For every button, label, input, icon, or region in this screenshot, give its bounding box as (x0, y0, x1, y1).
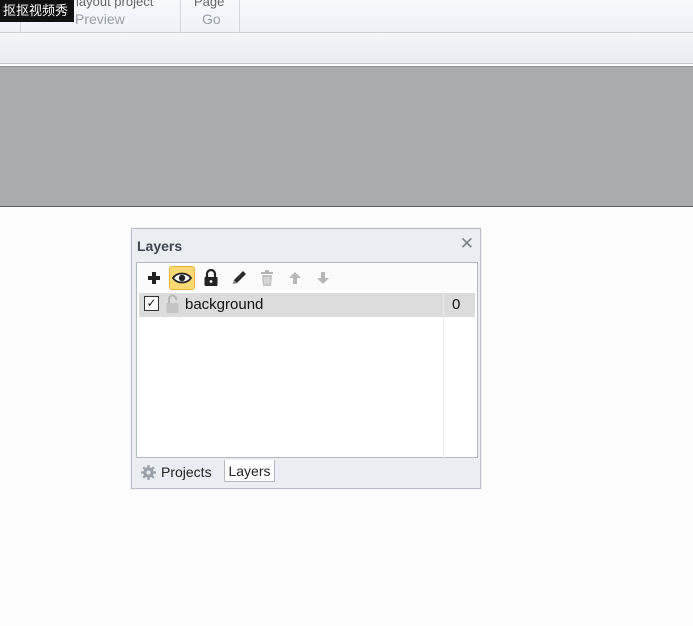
ribbon: layout project Preview Page Go (0, 0, 693, 33)
eye-icon (172, 272, 192, 284)
pencil-icon (233, 271, 246, 284)
add-icon (148, 272, 160, 284)
add-layer-button[interactable] (141, 266, 167, 290)
ribbon-group-go[interactable]: Page Go (181, 0, 239, 33)
panel-title: Layers (137, 238, 183, 254)
gear-icon (141, 464, 156, 480)
delete-layer-button[interactable] (254, 266, 280, 290)
close-icon[interactable]: ✕ (460, 235, 474, 253)
tab-layers[interactable]: Layers (224, 460, 275, 482)
tab-projects-label: Projects (161, 464, 212, 480)
visibility-checkbox[interactable]: ✓ (144, 296, 159, 311)
layers-content: ✓ background 0 (136, 262, 478, 459)
workspace-area (0, 66, 693, 207)
layer-name: background (185, 296, 264, 313)
ribbon-separator (239, 0, 240, 33)
watermark: 抠抠视频秀 (0, 0, 74, 22)
arrow-down-icon (317, 272, 329, 284)
layers-toolbar (137, 263, 477, 292)
arrow-up-icon (289, 272, 301, 284)
layers-panel: Layers ✕ ✓ background 0 Projects Layers (131, 228, 481, 489)
tab-layers-label: Layers (228, 462, 271, 479)
sub-toolbar (0, 34, 693, 64)
move-down-button[interactable] (310, 266, 336, 290)
ribbon-group-top-label: Page (194, 0, 225, 9)
toggle-visibility-button[interactable] (169, 266, 195, 290)
edit-layer-button[interactable] (226, 266, 252, 290)
ribbon-group-label: Preview (75, 11, 125, 27)
ribbon-group-top-label: layout project (76, 0, 154, 9)
trash-icon (261, 270, 273, 286)
layer-count: 0 (452, 296, 461, 313)
move-up-button[interactable] (282, 266, 308, 290)
column-divider (443, 293, 444, 459)
lock-icon (204, 269, 218, 286)
tab-projects[interactable]: Projects (140, 461, 226, 483)
ribbon-group-label: Go (202, 11, 221, 27)
unlocked-icon[interactable] (165, 294, 180, 314)
layer-row[interactable]: ✓ background 0 (139, 293, 475, 317)
lock-layer-button[interactable] (198, 266, 224, 290)
